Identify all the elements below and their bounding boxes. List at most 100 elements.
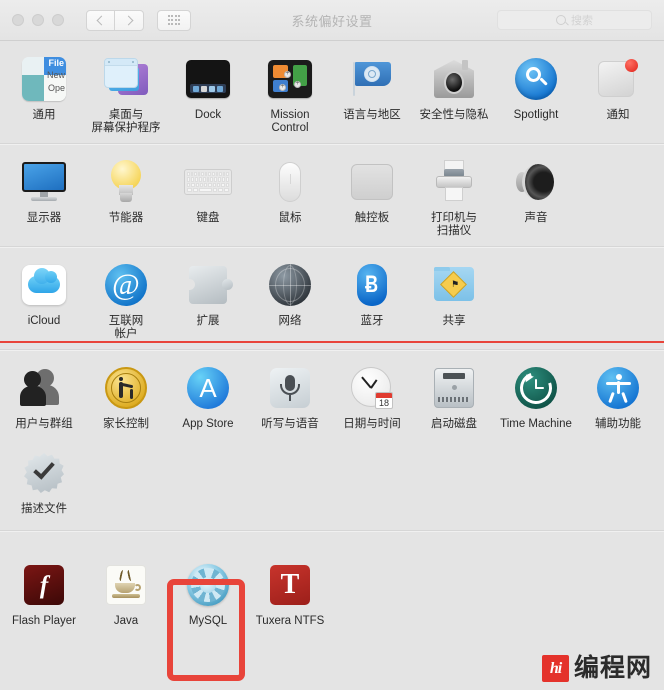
pref-item-keyboard[interactable]: 键盘 bbox=[167, 154, 249, 238]
back-button[interactable] bbox=[86, 9, 115, 31]
search-placeholder: 搜索 bbox=[571, 15, 593, 27]
pref-item-dock[interactable]: Dock bbox=[167, 51, 249, 135]
java-icon bbox=[102, 561, 150, 609]
pref-item-internet-accounts[interactable]: @ 互联网 帐户 bbox=[85, 257, 167, 341]
chevron-right-icon bbox=[123, 15, 133, 25]
pref-item-label: 互联网 帐户 bbox=[108, 315, 144, 340]
forward-button[interactable] bbox=[115, 9, 144, 31]
dock-icon bbox=[184, 55, 232, 103]
internet-accounts-icon: @ bbox=[102, 261, 150, 309]
pref-item-parental-controls[interactable]: 家长控制 bbox=[85, 360, 167, 431]
window-toolbar: 系统偏好设置 搜索 bbox=[0, 0, 664, 41]
bluetooth-glyph: Ƀ bbox=[365, 271, 379, 298]
pref-item-dictation-speech[interactable]: 听写与语音 bbox=[249, 360, 331, 431]
search-icon bbox=[556, 15, 566, 25]
parental-controls-icon bbox=[102, 364, 150, 412]
app-store-glyph: A bbox=[199, 373, 217, 403]
flash-player-icon: f bbox=[20, 561, 68, 609]
trackpad-icon bbox=[348, 158, 396, 206]
pref-item-energy-saver[interactable]: 节能器 bbox=[85, 154, 167, 238]
time-machine-icon bbox=[512, 364, 560, 412]
pref-item-users-groups[interactable]: 用户与群组 bbox=[3, 360, 85, 431]
pref-item-mouse[interactable]: 鼠标 bbox=[249, 154, 331, 238]
pref-item-sound[interactable]: 声音 bbox=[495, 154, 577, 238]
app-store-icon: A bbox=[184, 364, 232, 412]
watermark-text: 编程网 bbox=[573, 654, 652, 682]
pref-item-label: 辅助功能 bbox=[595, 418, 641, 430]
traffic-lights bbox=[12, 14, 64, 26]
preferences-row: 用户与群组 家长控制 A App Store 听写与语音 18 日期与时间 启动… bbox=[0, 350, 664, 431]
search-field[interactable]: 搜索 bbox=[497, 10, 652, 30]
at-glyph: @ bbox=[105, 264, 147, 306]
mission-control-icon: + + + bbox=[266, 55, 314, 103]
pref-item-java[interactable]: Java bbox=[85, 557, 167, 628]
keyboard-icon bbox=[184, 158, 232, 206]
zoom-button[interactable] bbox=[52, 14, 64, 26]
section-hardware: 显示器 节能器 键盘 鼠标 触控板 打印机与 扫描仪 声音 bbox=[0, 144, 664, 247]
pref-item-label: 共享 bbox=[442, 315, 466, 327]
navigation-buttons bbox=[86, 9, 144, 31]
pref-item-label: 鼠标 bbox=[278, 212, 302, 224]
pref-item-mission-control[interactable]: + + + Mission Control bbox=[249, 51, 331, 135]
pref-item-label: 安全性与隐私 bbox=[419, 109, 489, 121]
pref-item-startup-disk[interactable]: 启动磁盘 bbox=[413, 360, 495, 431]
grid-icon bbox=[167, 15, 181, 25]
tuxera-ntfs-icon: T bbox=[266, 561, 314, 609]
pref-item-displays[interactable]: 显示器 bbox=[3, 154, 85, 238]
pref-item-app-store[interactable]: A App Store bbox=[167, 360, 249, 431]
dictation-speech-icon bbox=[266, 364, 314, 412]
pref-item-printers-scanners[interactable]: 打印机与 扫描仪 bbox=[413, 154, 495, 238]
network-icon bbox=[266, 261, 314, 309]
pref-item-extensions[interactable]: 扩展 bbox=[167, 257, 249, 341]
pref-item-security-privacy[interactable]: 安全性与隐私 bbox=[413, 51, 495, 135]
pref-item-tuxera-ntfs[interactable]: T Tuxera NTFS bbox=[249, 557, 331, 628]
pref-item-label: 键盘 bbox=[196, 212, 220, 224]
pref-item-label: 语言与地区 bbox=[343, 109, 401, 121]
preferences-row: 描述文件 bbox=[0, 431, 664, 516]
pref-item-label: 网络 bbox=[278, 315, 302, 327]
pref-item-desktop-screensaver[interactable]: 桌面与 屏幕保护程序 bbox=[85, 51, 167, 135]
general-icon-text-2: New bbox=[46, 70, 65, 80]
pref-item-label: Time Machine bbox=[500, 418, 572, 430]
pref-item-label: 启动磁盘 bbox=[431, 418, 477, 430]
pref-item-profiles[interactable]: 描述文件 bbox=[3, 445, 85, 516]
pref-item-label: 家长控制 bbox=[103, 418, 149, 430]
pref-item-time-machine[interactable]: Time Machine bbox=[495, 360, 577, 431]
pref-item-label: Spotlight bbox=[513, 109, 559, 121]
pref-item-label: Java bbox=[113, 615, 139, 627]
pref-item-network[interactable]: 网络 bbox=[249, 257, 331, 341]
pref-item-bluetooth[interactable]: Ƀ 蓝牙 bbox=[331, 257, 413, 341]
pref-item-general[interactable]: File New Ope 通用 bbox=[3, 51, 85, 135]
pref-item-accessibility[interactable]: 辅助功能 bbox=[577, 360, 659, 431]
pref-item-spotlight[interactable]: Spotlight bbox=[495, 51, 577, 135]
sharing-glyph: ⚑ bbox=[451, 279, 460, 289]
sharing-icon: ⚑ bbox=[430, 261, 478, 309]
pref-item-icloud[interactable]: iCloud bbox=[3, 257, 85, 341]
pref-item-notifications[interactable]: 通知 bbox=[577, 51, 659, 135]
pref-item-trackpad[interactable]: 触控板 bbox=[331, 154, 413, 238]
section-system: 用户与群组 家长控制 A App Store 听写与语音 18 日期与时间 启动… bbox=[0, 350, 664, 531]
bluetooth-icon: Ƀ bbox=[348, 261, 396, 309]
pref-item-language-region[interactable]: 语言与地区 bbox=[331, 51, 413, 135]
pref-item-label: 节能器 bbox=[108, 212, 144, 224]
pref-item-label: 显示器 bbox=[26, 212, 62, 224]
pref-item-sharing[interactable]: ⚑ 共享 bbox=[413, 257, 495, 341]
flash-glyph: f bbox=[39, 571, 49, 599]
pref-item-flash-player[interactable]: f Flash Player bbox=[3, 557, 85, 628]
users-groups-icon bbox=[20, 364, 68, 412]
sound-icon bbox=[512, 158, 560, 206]
pref-item-label: 日期与时间 bbox=[343, 418, 401, 430]
energy-saver-icon bbox=[102, 158, 150, 206]
preferences-row: File New Ope 通用 桌面与 屏幕保护程序 Dock + + + Mi… bbox=[0, 41, 664, 135]
pref-item-label: Flash Player bbox=[12, 615, 76, 627]
minimize-button[interactable] bbox=[32, 14, 44, 26]
preferences-row: iCloud @ 互联网 帐户 扩展 网络 Ƀ 蓝牙 ⚑ 共享 bbox=[0, 247, 664, 341]
profiles-icon bbox=[20, 449, 68, 497]
pref-item-label: Tuxera NTFS bbox=[255, 615, 325, 627]
show-all-button[interactable] bbox=[157, 9, 191, 31]
tuxera-glyph: T bbox=[280, 569, 300, 600]
close-button[interactable] bbox=[12, 14, 24, 26]
printers-scanners-icon bbox=[430, 158, 478, 206]
displays-icon bbox=[20, 158, 68, 206]
pref-item-date-time[interactable]: 18 日期与时间 bbox=[331, 360, 413, 431]
